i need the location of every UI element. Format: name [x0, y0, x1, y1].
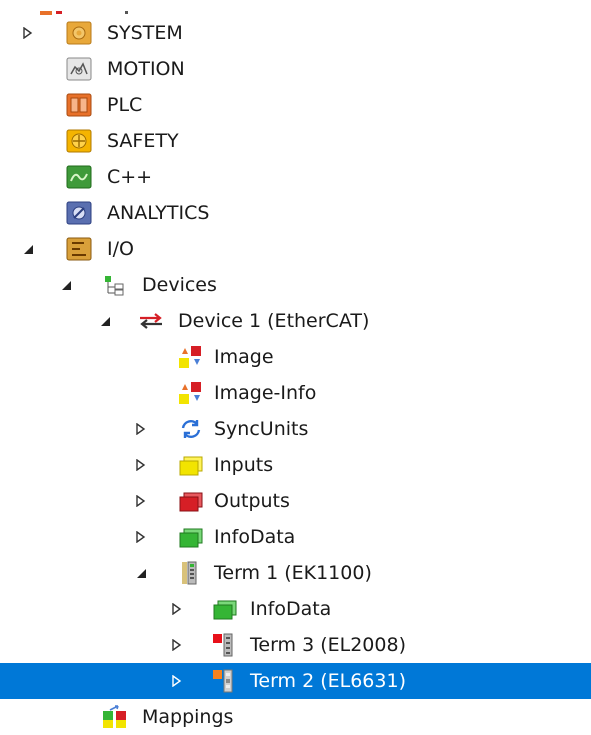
- tree-item-inputs[interactable]: Inputs: [0, 447, 591, 483]
- safety-icon: [66, 129, 92, 153]
- tree-item-label: SyncUnits: [214, 418, 309, 440]
- tree-item-label: Outputs: [214, 490, 290, 512]
- tree-item-image-info[interactable]: Image-Info: [0, 375, 591, 411]
- sync-icon: [178, 417, 204, 441]
- tree-item-label: Term 3 (EL2008): [250, 634, 406, 656]
- tree-item-syncunits[interactable]: SyncUnits: [0, 411, 591, 447]
- tree-item-motion[interactable]: MOTION: [0, 51, 591, 87]
- tree-item-analytics[interactable]: ANALYTICS: [0, 195, 591, 231]
- digital-output-terminal-icon: [212, 633, 238, 657]
- tree-item-term1-infodata[interactable]: InfoData: [0, 591, 591, 627]
- tree-item-system[interactable]: SYSTEM: [0, 15, 591, 51]
- expand-arrow-icon[interactable]: [169, 627, 185, 663]
- tree-item-label: SAFETY: [107, 130, 179, 152]
- terminal-coupler-icon: [178, 561, 204, 585]
- tree-item-io[interactable]: I/O: [0, 231, 591, 267]
- image-icon: [178, 345, 204, 369]
- expand-arrow-icon[interactable]: [133, 519, 149, 555]
- system-icon: [66, 21, 92, 45]
- tree-item-label: Devices: [142, 274, 217, 296]
- infodata-folder-icon: [212, 597, 238, 621]
- tree-item-outputs[interactable]: Outputs: [0, 483, 591, 519]
- devices-icon: [102, 273, 128, 297]
- tree-item-label: Image: [214, 346, 274, 368]
- ethercat-icon: [138, 309, 164, 333]
- inputs-folder-icon: [178, 453, 204, 477]
- tree-item-devices[interactable]: Devices: [0, 267, 591, 303]
- tree-item-infodata[interactable]: InfoData: [0, 519, 591, 555]
- plc-icon: [66, 93, 92, 117]
- tree-item-label: Term 1 (EK1100): [214, 562, 372, 584]
- tree-item-term-1[interactable]: Term 1 (EK1100): [0, 555, 591, 591]
- tree-item-label: MOTION: [107, 58, 185, 80]
- tree-item-term-3[interactable]: Term 3 (EL2008): [0, 627, 591, 663]
- tree-item-safety[interactable]: SAFETY: [0, 123, 591, 159]
- tree-item-term-2[interactable]: Term 2 (EL6631): [0, 663, 591, 699]
- tree-item-cpp[interactable]: C++: [0, 159, 591, 195]
- outputs-folder-icon: [178, 489, 204, 513]
- tree-item-label: InfoData: [250, 598, 332, 620]
- tree-item-label: Term 2 (EL6631): [250, 670, 406, 692]
- tree-item-label: ANALYTICS: [107, 202, 210, 224]
- tree-item-label: Device 1 (EtherCAT): [178, 310, 370, 332]
- expand-arrow-icon[interactable]: [133, 411, 149, 447]
- collapse-arrow-icon[interactable]: [97, 303, 113, 339]
- tree-item-label: InfoData: [214, 526, 296, 548]
- expand-arrow-icon[interactable]: [20, 15, 36, 51]
- io-icon: [66, 237, 92, 261]
- tree-item-label: C++: [107, 166, 153, 188]
- collapse-arrow-icon[interactable]: [58, 267, 74, 303]
- tree-item-label: Image-Info: [214, 382, 317, 404]
- communication-terminal-icon: [212, 669, 238, 693]
- partial-top-icons: [40, 0, 140, 15]
- cpp-icon: [66, 165, 92, 189]
- tree-item-label: Inputs: [214, 454, 274, 476]
- infodata-folder-icon: [178, 525, 204, 549]
- expand-arrow-icon[interactable]: [169, 663, 185, 699]
- mappings-icon: [102, 705, 128, 729]
- tree-item-label: PLC: [107, 94, 143, 116]
- collapse-arrow-icon[interactable]: [133, 555, 149, 591]
- expand-arrow-icon[interactable]: [133, 447, 149, 483]
- expand-arrow-icon[interactable]: [133, 483, 149, 519]
- tree-item-image[interactable]: Image: [0, 339, 591, 375]
- image-info-icon: [178, 381, 204, 405]
- analytics-icon: [66, 201, 92, 225]
- tree-item-label: SYSTEM: [107, 22, 183, 44]
- tree-item-label: I/O: [107, 238, 134, 260]
- tree-item-label: Mappings: [142, 706, 234, 728]
- collapse-arrow-icon[interactable]: [20, 231, 36, 267]
- tree-item-mappings[interactable]: Mappings: [0, 699, 591, 735]
- motion-icon: [66, 57, 92, 81]
- tree-item-device-1[interactable]: Device 1 (EtherCAT): [0, 303, 591, 339]
- expand-arrow-icon[interactable]: [169, 591, 185, 627]
- tree-item-plc[interactable]: PLC: [0, 87, 591, 123]
